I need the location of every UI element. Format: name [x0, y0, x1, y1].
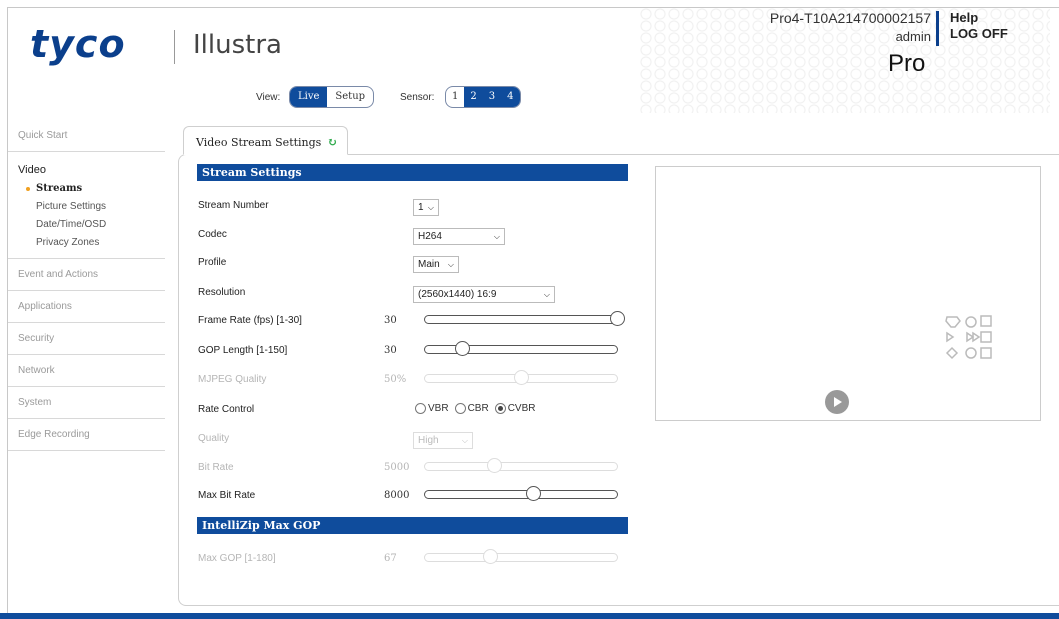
quality-select: High ⌵ — [413, 432, 473, 449]
stream-number-select[interactable]: 1 ⌵ — [413, 199, 439, 216]
sidebar-item-date-time-osd[interactable]: Date/Time/OSD — [18, 216, 155, 234]
sidebar-item-system[interactable]: System — [8, 387, 165, 419]
sensor-toggle: 1 2 3 4 — [445, 86, 521, 108]
max-gop-label: Max GOP [1-180] — [198, 553, 276, 564]
tab-video-stream-settings[interactable]: Video Stream Settings ↻ — [183, 126, 348, 155]
model-label: Pro — [888, 50, 926, 77]
sidebar-item-edge-recording[interactable]: Edge Recording — [8, 419, 165, 451]
logoff-link[interactable]: LOG OFF — [950, 26, 1008, 41]
sensor-1-button[interactable]: 1 — [446, 87, 464, 107]
bit-rate-label: Bit Rate — [198, 462, 234, 473]
rate-control-cbr[interactable]: CBR — [454, 403, 489, 415]
help-link[interactable]: Help — [950, 10, 978, 25]
mjpeg-quality-knob — [514, 370, 529, 385]
gop-length-knob[interactable] — [455, 341, 471, 356]
view-setup-button[interactable]: Setup — [327, 87, 373, 107]
sidebar-item-network[interactable]: Network — [8, 355, 165, 387]
stream-settings-header: Stream Settings — [197, 164, 628, 181]
resolution-value: (2560x1440) 16:9 — [418, 289, 497, 300]
footer-bar — [0, 613, 1059, 619]
frame-rate-slider[interactable] — [424, 311, 625, 326]
tab-label: Video Stream Settings — [196, 136, 322, 149]
bit-rate-slider — [424, 458, 618, 473]
sensor-label: Sensor: — [400, 92, 435, 103]
sidebar-item-event-actions[interactable]: Event and Actions — [8, 259, 165, 291]
cvbr-label: CVBR — [507, 403, 536, 415]
tyco-logo: tyco — [30, 22, 126, 66]
max-gop-slider — [424, 549, 618, 564]
play-icon[interactable] — [825, 390, 849, 414]
profile-value: Main — [418, 259, 440, 270]
max-bit-rate-label: Max Bit Rate — [198, 490, 256, 501]
radio-icon — [415, 403, 426, 414]
gop-length-value: 30 — [384, 345, 397, 356]
logo-divider — [174, 30, 175, 64]
profile-select[interactable]: Main ⌵ — [413, 256, 459, 273]
header-divider — [936, 11, 939, 46]
view-live-button[interactable]: Live — [290, 87, 328, 107]
sensor-3-button[interactable]: 3 — [482, 87, 502, 107]
codec-select[interactable]: H264 ⌵ — [413, 228, 505, 245]
sidebar-nav: Quick Start Video Streams Picture Settin… — [8, 120, 165, 451]
cbr-label: CBR — [467, 403, 489, 415]
chevron-down-icon: ⌵ — [461, 435, 468, 445]
rate-control-vbr[interactable]: VBR — [415, 403, 449, 414]
device-id: Pro4-T10A214700002157 — [769, 10, 931, 26]
sidebar-item-privacy-zones[interactable]: Privacy Zones — [18, 234, 155, 252]
max-gop-knob — [483, 549, 499, 564]
rate-control-cvbr[interactable]: CVBR — [494, 403, 536, 415]
max-gop-value: 67 — [384, 553, 397, 564]
frame-rate-label: Frame Rate (fps) [1-30] — [198, 315, 302, 326]
sidebar-video-label[interactable]: Video — [18, 162, 155, 178]
refresh-icon[interactable]: ↻ — [327, 135, 337, 149]
gop-length-label: GOP Length [1-150] — [198, 345, 288, 356]
mjpeg-quality-label: MJPEG Quality — [198, 374, 267, 385]
sidebar-item-quick-start[interactable]: Quick Start — [8, 120, 165, 152]
sensor-2-button[interactable]: 2 — [464, 87, 483, 107]
bit-rate-value: 5000 — [384, 462, 410, 473]
quality-value: High — [418, 435, 439, 446]
bit-rate-knob — [487, 458, 503, 473]
view-label: View: — [256, 92, 281, 103]
chevron-down-icon: ⌵ — [447, 259, 454, 269]
user-name: admin — [895, 29, 931, 44]
chevron-down-icon: ⌵ — [427, 202, 434, 212]
frame-rate-value: 30 — [384, 315, 397, 326]
resolution-label: Resolution — [198, 287, 246, 298]
ptz-control-icon[interactable] — [943, 313, 993, 365]
resolution-select[interactable]: (2560x1440) 16:9 ⌵ — [413, 286, 555, 303]
chevron-down-icon: ⌵ — [543, 289, 550, 299]
stream-number-value: 1 — [418, 202, 424, 213]
max-bit-rate-slider[interactable] — [424, 486, 618, 501]
codec-value: H264 — [418, 231, 442, 242]
quality-label: Quality — [198, 433, 230, 444]
frame-rate-knob[interactable] — [610, 311, 625, 326]
sidebar-item-applications[interactable]: Applications — [8, 291, 165, 323]
max-bit-rate-value: 8000 — [384, 490, 410, 501]
rate-control-label: Rate Control — [198, 404, 255, 415]
profile-label: Profile — [198, 257, 227, 268]
sidebar-item-security[interactable]: Security — [8, 323, 165, 355]
mjpeg-quality-value: 50% — [384, 374, 407, 385]
stream-number-label: Stream Number — [198, 200, 269, 211]
chevron-down-icon: ⌵ — [493, 231, 500, 241]
view-toggle: Live Setup — [289, 86, 375, 108]
vbr-label: VBR — [428, 403, 449, 415]
sidebar-item-streams[interactable]: Streams — [18, 180, 155, 198]
sensor-4-button[interactable]: 4 — [501, 87, 520, 107]
sidebar-item-picture-settings[interactable]: Picture Settings — [18, 198, 155, 216]
radio-icon — [454, 403, 466, 414]
gop-length-slider[interactable] — [424, 341, 618, 356]
mjpeg-quality-slider — [424, 370, 618, 385]
max-bit-rate-knob[interactable] — [525, 486, 541, 501]
radio-selected-icon — [494, 403, 506, 414]
rate-control-group: VBR CBR CVBR — [415, 403, 535, 414]
illustra-logo: Illustra — [193, 30, 282, 60]
codec-label: Codec — [198, 229, 227, 240]
intellizip-header: IntelliZip Max GOP — [197, 517, 628, 534]
sidebar-item-video: Video Streams Picture Settings Date/Time… — [8, 152, 165, 259]
video-preview[interactable] — [655, 166, 1041, 421]
